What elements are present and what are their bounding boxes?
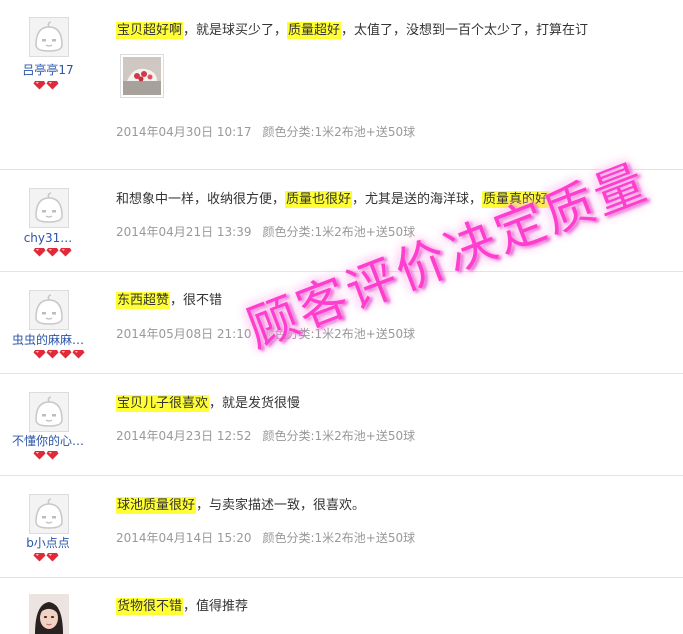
red-diamond-icon [33,451,46,460]
review-item: 吕亭亭17 宝贝超好啊，就是球买少了，质量超好，太值了，没想到一百个太少了，打算… [0,0,683,170]
user-rank-badge [33,552,59,562]
review-meta: 2014年04月21日 13:39 颜色分类:1米2布池+送50球 [116,223,415,240]
review-meta: 2014年04月30日 10:17 颜色分类:1米2布池+送50球 [116,123,415,140]
review-body: 宝贝超好啊，就是球买少了，质量超好，太值了，没想到一百个太少了，打算在订 [116,22,676,40]
red-diamond-icon [46,553,59,562]
review-text-segment: ，就是发货很慢 [209,396,301,411]
red-diamond-icon [46,248,59,257]
red-diamond-icon [33,81,46,90]
red-diamond-icon [33,248,46,257]
highlighted-phrase: 货物很不错 [116,598,184,615]
red-diamond-icon [46,81,59,90]
sku-spec: 颜色分类:1米2布池+送50球 [262,327,416,341]
user-rank-badge [33,247,72,257]
highlighted-phrase: 东西超赞 [116,292,171,309]
review-body: 和想象中一样，收纳很方便，质量也很好，尤其是送的海洋球，质量真的好 [116,191,676,209]
highlighted-phrase: 质量真的好 [482,191,550,208]
highlighted-phrase: 质量超好 [287,22,342,39]
review-text: 球池质量很好，与卖家描述一致，很喜欢。 [116,497,676,515]
review-date: 2014年05月08日 21:10 [116,327,252,341]
user-rank-badge [33,349,85,359]
highlighted-phrase: 宝贝儿子很喜欢 [116,395,210,412]
avatar[interactable] [29,188,69,228]
username[interactable]: 不懂你的心… [0,434,96,448]
avatar[interactable] [29,494,69,534]
review-text-segment: ，与卖家描述一致，很喜欢。 [196,498,366,513]
highlighted-phrase: 球池质量很好 [116,497,197,514]
red-diamond-icon [59,248,72,257]
default-avatar-icon [30,18,68,56]
highlighted-phrase: 质量也很好 [285,191,353,208]
review-item: b小点点 球池质量很好，与卖家描述一致，很喜欢。 2014年04月14日 15:… [0,476,683,578]
review-text: 货物很不错，值得推荐 [116,598,676,616]
review-date: 2014年04月14日 15:20 [116,531,252,545]
default-avatar-icon [30,495,68,533]
red-diamond-icon [33,350,46,359]
red-diamond-icon [46,451,59,460]
review-item: chy31… 和想象中一样，收纳很方便，质量也很好，尤其是送的海洋球，质量真的好… [0,170,683,272]
review-text-segment: ，很不错 [170,293,223,308]
review-text-segment: ，太值了，没想到一百个太少了，打算在订 [341,23,589,38]
review-text: 宝贝儿子很喜欢，就是发货很慢 [116,395,676,413]
photo-image [123,57,161,95]
avatar[interactable] [29,392,69,432]
review-text: 宝贝超好啊，就是球买少了，质量超好，太值了，没想到一百个太少了，打算在订 [116,22,676,40]
review-date: 2014年04月30日 10:17 [116,125,252,139]
username[interactable]: chy31… [0,231,96,245]
review-item: 货物很不错，值得推荐 [0,578,683,634]
review-list: 吕亭亭17 宝贝超好啊，就是球买少了，质量超好，太值了，没想到一百个太少了，打算… [0,0,683,634]
username[interactable]: 虫虫的麻麻… [0,333,96,347]
red-diamond-icon [59,350,72,359]
review-body: 东西超赞，很不错 [116,292,676,310]
review-text-segment: ，尤其是送的海洋球， [352,192,483,207]
default-avatar-icon [30,189,68,227]
review-text-segment: ，就是球买少了， [183,23,288,38]
review-body: 球池质量很好，与卖家描述一致，很喜欢。 [116,497,676,515]
avatar[interactable] [29,290,69,330]
default-avatar-icon [30,393,68,431]
review-meta: 2014年04月23日 12:52 颜色分类:1米2布池+送50球 [116,427,415,444]
highlighted-phrase: 宝贝超好啊 [116,22,184,39]
sku-spec: 颜色分类:1米2布池+送50球 [262,125,416,139]
review-date: 2014年04月21日 13:39 [116,225,252,239]
review-item: 虫虫的麻麻… 东西超赞，很不错 2014年05月08日 21:10 颜色分类:1米… [0,272,683,374]
review-photo-thumbnail[interactable] [120,54,164,98]
review-date: 2014年04月23日 12:52 [116,429,252,443]
sku-spec: 颜色分类:1米2布池+送50球 [262,531,416,545]
avatar[interactable] [29,594,69,634]
avatar[interactable] [29,17,69,57]
sku-spec: 颜色分类:1米2布池+送50球 [262,429,416,443]
review-text-segment: 和想象中一样，收纳很方便， [116,192,286,207]
review-text: 东西超赞，很不错 [116,292,676,310]
red-diamond-icon [72,350,85,359]
user-photo-avatar [29,594,69,634]
review-body: 货物很不错，值得推荐 [116,598,676,616]
review-body: 宝贝儿子很喜欢，就是发货很慢 [116,395,676,413]
default-avatar-icon [30,291,68,329]
user-rank-badge [33,450,59,460]
review-text: 和想象中一样，收纳很方便，质量也很好，尤其是送的海洋球，质量真的好 [116,191,676,209]
review-meta: 2014年04月14日 15:20 颜色分类:1米2布池+送50球 [116,529,415,546]
review-item: 不懂你的心… 宝贝儿子很喜欢，就是发货很慢 2014年04月23日 12:52 颜… [0,374,683,476]
review-text-segment: ，值得推荐 [183,599,249,614]
username[interactable]: 吕亭亭17 [0,63,96,77]
review-meta: 2014年05月08日 21:10 颜色分类:1米2布池+送50球 [116,325,415,342]
sku-spec: 颜色分类:1米2布池+送50球 [262,225,416,239]
user-rank-badge [33,80,59,90]
username[interactable]: b小点点 [0,536,96,550]
red-diamond-icon [33,553,46,562]
red-diamond-icon [46,350,59,359]
